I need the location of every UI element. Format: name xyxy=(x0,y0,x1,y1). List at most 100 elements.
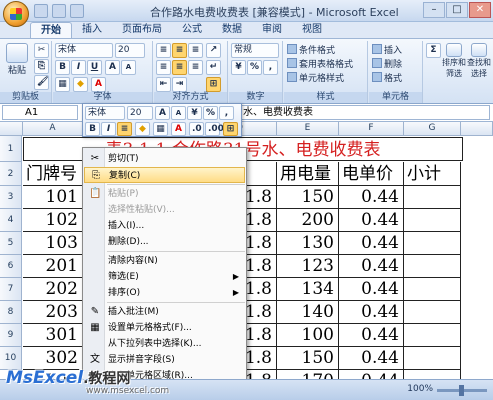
row-header-3[interactable]: 3 xyxy=(0,186,22,209)
header-cell-power-price[interactable]: 电单价 xyxy=(339,162,404,186)
increase-indent-icon[interactable]: ⇥ xyxy=(172,77,187,92)
context-menu-item[interactable]: ⎘ 复制(C) xyxy=(84,167,245,183)
column-header-e[interactable]: E xyxy=(277,122,339,136)
mini-font-color-icon[interactable]: A xyxy=(171,122,186,136)
table-cell-power-price[interactable]: 0.44 xyxy=(339,255,404,278)
mini-shrink-font-icon[interactable]: A xyxy=(171,106,186,120)
conditional-format-button[interactable]: 条件格式 xyxy=(287,43,335,56)
table-cell-subtotal[interactable] xyxy=(404,186,461,209)
table-cell-subtotal[interactable] xyxy=(404,347,461,370)
table-cell-power-usage[interactable]: 123 xyxy=(277,255,339,278)
mini-increase-decimal-icon[interactable]: .00 xyxy=(205,122,224,136)
copy-icon[interactable]: ⎘ xyxy=(34,59,49,74)
tab-data[interactable]: 数据 xyxy=(212,22,252,38)
row-header-1[interactable]: 1 xyxy=(0,136,22,162)
table-cell-door[interactable]: 201 xyxy=(23,255,83,278)
context-menu-item[interactable]: 清除内容(N) xyxy=(84,253,245,269)
undo-icon[interactable] xyxy=(52,4,66,18)
grow-font-icon[interactable]: A xyxy=(105,60,120,75)
row-header-2[interactable]: 2 xyxy=(0,162,22,186)
border-icon[interactable]: ▦ xyxy=(55,77,70,92)
autosum-icon[interactable]: Σ xyxy=(426,43,441,58)
find-select-button[interactable]: 查找和 选择 xyxy=(467,43,491,78)
table-cell-power-usage[interactable]: 130 xyxy=(277,232,339,255)
tab-review[interactable]: 审阅 xyxy=(252,22,292,38)
cut-icon[interactable]: ✂ xyxy=(34,43,49,58)
sort-filter-button[interactable]: 排序和 筛选 xyxy=(442,43,466,78)
column-header-g[interactable]: G xyxy=(404,122,461,136)
mini-grow-font-icon[interactable]: A xyxy=(155,106,170,120)
mini-percent-icon[interactable]: % xyxy=(203,106,218,120)
table-cell-power-price[interactable]: 0.44 xyxy=(339,324,404,347)
context-menu-item[interactable]: 从下拉列表中选择(K)... xyxy=(84,336,245,352)
format-painter-icon[interactable]: 🖌 xyxy=(34,75,49,90)
mini-bold-icon[interactable]: B xyxy=(85,122,100,136)
font-color-icon[interactable]: A xyxy=(91,77,106,92)
tab-page-layout[interactable]: 页面布局 xyxy=(112,22,172,38)
table-cell-power-usage[interactable]: 150 xyxy=(277,186,339,209)
zoom-slider[interactable] xyxy=(437,385,487,396)
context-menu-item[interactable]: ✂ 剪切(T) xyxy=(84,151,245,167)
paste-button[interactable]: 粘贴 xyxy=(2,43,32,83)
header-cell-door[interactable]: 门牌号 xyxy=(23,162,83,186)
table-cell-subtotal[interactable] xyxy=(404,278,461,301)
zoom-level[interactable]: 100% xyxy=(407,384,433,394)
format-cells-button[interactable]: 格式 xyxy=(372,71,402,84)
table-cell-subtotal[interactable] xyxy=(404,324,461,347)
select-all-corner[interactable] xyxy=(0,122,23,136)
align-right-icon[interactable]: ≡ xyxy=(188,60,203,75)
table-cell-subtotal[interactable] xyxy=(404,209,461,232)
tab-home[interactable]: 开始 xyxy=(30,22,72,38)
save-icon[interactable] xyxy=(34,4,48,18)
table-cell-power-usage[interactable]: 200 xyxy=(277,209,339,232)
table-cell-door[interactable]: 202 xyxy=(23,278,83,301)
table-cell-power-usage[interactable]: 150 xyxy=(277,347,339,370)
align-top-icon[interactable]: ≡ xyxy=(156,43,171,58)
close-button[interactable]: ✕ xyxy=(469,2,491,18)
table-cell-power-usage[interactable]: 140 xyxy=(277,301,339,324)
row-header-7[interactable]: 7 xyxy=(0,278,22,301)
table-cell-power-price[interactable]: 0.44 xyxy=(339,347,404,370)
name-box[interactable]: A1 xyxy=(2,105,78,120)
orientation-icon[interactable]: ↗ xyxy=(206,43,221,58)
maximize-button[interactable]: □ xyxy=(446,2,468,18)
mini-font-select[interactable]: 宋体 xyxy=(85,106,125,120)
insert-cells-button[interactable]: 插入 xyxy=(372,43,402,56)
context-menu-item[interactable]: 文显示拼音字段(S) xyxy=(84,352,245,368)
decrease-indent-icon[interactable]: ⇤ xyxy=(156,77,171,92)
table-format-button[interactable]: 套用表格格式 xyxy=(287,57,353,70)
delete-cells-button[interactable]: 删除 xyxy=(372,57,402,70)
context-menu-item[interactable]: 删除(D)... xyxy=(84,234,245,250)
italic-icon[interactable]: I xyxy=(71,60,86,75)
column-header-a[interactable]: A xyxy=(23,122,83,136)
merge-center-icon[interactable]: ⊞ xyxy=(206,77,221,92)
tab-formulas[interactable]: 公式 xyxy=(172,22,212,38)
wrap-text-icon[interactable]: ↵ xyxy=(206,60,221,75)
table-cell-power-usage[interactable]: 100 xyxy=(277,324,339,347)
align-bottom-icon[interactable]: ≡ xyxy=(188,43,203,58)
header-cell-power-usage[interactable]: 用电量 xyxy=(277,162,339,186)
row-header-5[interactable]: 5 xyxy=(0,232,22,255)
table-cell-power-usage[interactable]: 134 xyxy=(277,278,339,301)
redo-icon[interactable] xyxy=(70,4,84,18)
shrink-font-icon[interactable]: A xyxy=(121,60,136,75)
table-cell-power-price[interactable]: 0.44 xyxy=(339,278,404,301)
table-cell-subtotal[interactable] xyxy=(404,232,461,255)
percent-icon[interactable]: % xyxy=(247,60,262,75)
tab-insert[interactable]: 插入 xyxy=(72,22,112,38)
row-header-6[interactable]: 6 xyxy=(0,255,22,278)
cell-styles-button[interactable]: 单元格样式 xyxy=(287,71,344,84)
column-header-h[interactable] xyxy=(461,122,493,136)
align-left-icon[interactable]: ≡ xyxy=(156,60,171,75)
table-cell-power-price[interactable]: 0.44 xyxy=(339,232,404,255)
table-cell-power-price[interactable]: 0.44 xyxy=(339,209,404,232)
table-cell-subtotal[interactable] xyxy=(404,301,461,324)
table-cell-power-price[interactable]: 0.44 xyxy=(339,301,404,324)
context-menu-item[interactable]: 排序(O) ▶ xyxy=(84,285,245,301)
mini-size-select[interactable]: 20 xyxy=(127,106,153,120)
office-button[interactable] xyxy=(3,1,29,27)
table-cell-door[interactable]: 203 xyxy=(23,301,83,324)
mini-italic-icon[interactable]: I xyxy=(101,122,116,136)
row-header-8[interactable]: 8 xyxy=(0,301,22,324)
currency-icon[interactable]: ¥ xyxy=(231,60,246,75)
